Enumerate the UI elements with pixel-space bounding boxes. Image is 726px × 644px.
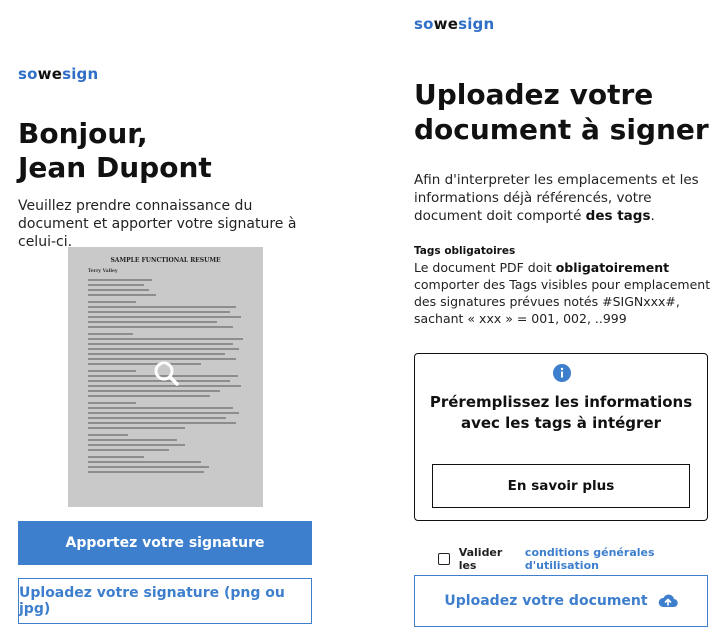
info-card-title: Préremplissez les informations avec les … bbox=[415, 392, 707, 434]
info-card-title-line-2: avec les tags à intégrer bbox=[460, 414, 662, 432]
sowesign-logo: sowesign bbox=[18, 65, 98, 83]
description-bold: des tags bbox=[585, 208, 651, 224]
upload-signature-button[interactable]: Uploadez votre signature (png ou jpg) bbox=[18, 578, 312, 624]
page-title-line-1: Uploadez votre bbox=[414, 78, 654, 111]
page-title: Uploadez votre document à signer bbox=[414, 77, 724, 147]
logo-part-we: we bbox=[37, 65, 63, 83]
sowesign-logo: sowesign bbox=[414, 15, 494, 33]
document-preview-title: SAMPLE FUNCTIONAL RESUME bbox=[110, 257, 221, 264]
terms-prefix: Valider les bbox=[458, 546, 503, 572]
greeting-name: Jean Dupont bbox=[18, 151, 212, 184]
signature-panel: sowesign Bonjour, Jean Dupont Veuillez p… bbox=[0, 0, 330, 644]
document-preview-name: Terry Valley bbox=[88, 269, 118, 274]
terms-consent: Valider les conditions générales d'utili… bbox=[438, 546, 726, 572]
terms-link[interactable]: conditions générales d'utilisation bbox=[525, 546, 726, 572]
logo-part-so: so bbox=[414, 15, 434, 33]
cloud-upload-icon bbox=[658, 594, 678, 608]
logo-part-sign: sign bbox=[458, 15, 495, 33]
upload-document-panel: sowesign Uploadez votre document à signe… bbox=[396, 0, 726, 644]
learn-more-button[interactable]: En savoir plus bbox=[432, 464, 690, 508]
tags-description: Le document PDF doit obligatoirement com… bbox=[414, 259, 714, 327]
upload-document-label: Uploadez votre document bbox=[444, 593, 648, 609]
tags-title: Tags obligatoires bbox=[414, 245, 516, 257]
info-icon bbox=[553, 364, 571, 382]
apply-signature-button[interactable]: Apportez votre signature bbox=[18, 521, 312, 565]
prefill-info-card: Préremplissez les informations avec les … bbox=[414, 353, 708, 521]
terms-checkbox[interactable] bbox=[438, 553, 450, 565]
upload-document-button[interactable]: Uploadez votre document bbox=[414, 575, 708, 627]
greeting: Bonjour, Jean Dupont bbox=[18, 117, 212, 185]
intro-text: Veuillez prendre connaissance du documen… bbox=[18, 198, 297, 250]
logo-part-sign: sign bbox=[62, 65, 99, 83]
greeting-line-1: Bonjour, bbox=[18, 117, 148, 150]
document-preview[interactable]: SAMPLE FUNCTIONAL RESUME Terry Valley bbox=[68, 247, 263, 507]
tags-text-part: Le document PDF doit bbox=[414, 260, 556, 275]
logo-part-we: we bbox=[433, 15, 459, 33]
description-text: Afin d'interpreter les emplacements et l… bbox=[414, 171, 714, 225]
description-end: . bbox=[650, 208, 655, 224]
description-part: Afin d'interpreter les emplacements et l… bbox=[414, 172, 699, 224]
info-card-title-line-1: Préremplissez les informations bbox=[429, 393, 693, 411]
page-title-line-2: document à signer bbox=[414, 113, 709, 146]
search-icon[interactable] bbox=[152, 359, 180, 387]
tags-text-part: comporter des Tags visibles pour emplace… bbox=[414, 277, 711, 326]
tags-text-bold: obligatoirement bbox=[555, 260, 670, 275]
logo-part-so: so bbox=[18, 65, 38, 83]
